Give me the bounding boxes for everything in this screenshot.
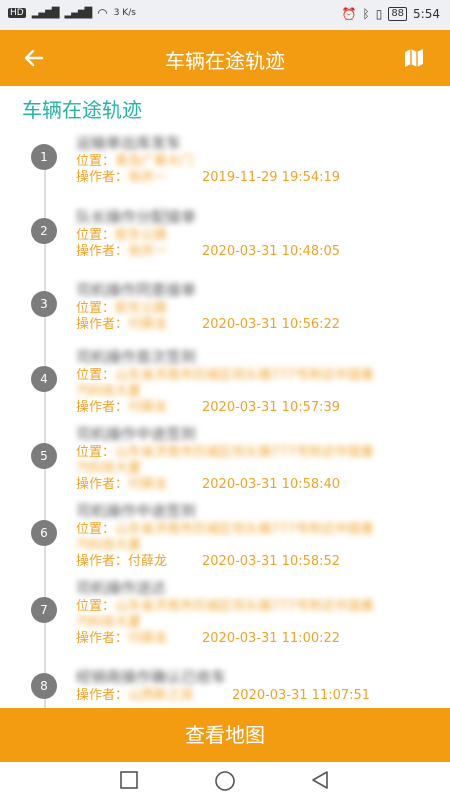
location-label: 位置：	[76, 301, 116, 316]
entry-title: 司机操作同意接单	[76, 281, 197, 299]
timeline-entry: 司机操作中途签到 位置：山东省济南市历城区坝头镇777号附近中国重汽科技大厦 操…	[76, 500, 436, 570]
location-value: 胶东公路	[115, 228, 168, 243]
operator-value: 付薛龙	[128, 400, 168, 415]
location-value: 山东省济南市历城区坝头镇777号附近中国重汽科技大厦	[76, 599, 374, 630]
hd-indicator: HD	[8, 8, 26, 18]
operator-label: 操作者：	[76, 631, 129, 646]
location-label: 位置：	[76, 599, 116, 614]
alarm-icon: ⏰	[341, 7, 357, 21]
entry-title: 司机操作中途签到	[76, 425, 197, 443]
location-value: 山东省济南市历城区坝头镇777号附近中国重汽科技大厦	[76, 368, 374, 399]
status-bar: HD ▂▄▆█ ▂▄▆█ ◠ 3 K/s ⏰ ᛒ ▯ 88 5:54	[0, 0, 450, 30]
network-speed: 3 K/s	[113, 8, 136, 18]
entry-time: 2020-03-31 10:58:52	[202, 554, 341, 569]
entry-time: 2020-03-31 10:56:22	[202, 317, 341, 332]
entry-title: 司机操作中途签到	[76, 502, 197, 520]
toolbar-title: 车辆在途轨迹	[165, 49, 285, 73]
timeline[interactable]: 1 运输单出库发车 位置：青岛广泰大门 操作者：张庆一 2019-11-29 19…	[0, 120, 450, 708]
timeline-entry: 队长操作分配接单 位置：胶东公路 操作者：张庆一 2020-03-31 10:48…	[76, 206, 436, 260]
timeline-node: 4	[31, 366, 57, 392]
location-value: 胶东公路	[115, 301, 168, 316]
location-label: 位置：	[76, 228, 116, 243]
entry-time: 2020-03-31 10:58:40	[202, 477, 341, 492]
timeline-entry: 经销商操作确认已收车 操作者：山西新之润 2020-03-31 11:07:51	[76, 666, 436, 704]
timeline-entry: 司机操作同意接单 位置：胶东公路 操作者：付薛龙 2020-03-31 10:56…	[76, 279, 436, 333]
map-button[interactable]	[398, 42, 430, 74]
timeline-entry: 司机操作送达 位置：山东省济南市历城区坝头镇777号附近中国重汽科技大厦 操作者…	[76, 577, 436, 647]
operator-label: 操作者：	[76, 170, 129, 185]
operator-value: 付薛龙	[128, 631, 168, 646]
entry-time: 2020-03-31 10:48:05	[202, 244, 341, 259]
timeline-node: 6	[31, 520, 57, 546]
entry-time: 2020-03-31 10:57:39	[202, 400, 341, 415]
timeline-node: 2	[31, 218, 57, 244]
operator-label: 操作者：	[76, 244, 129, 259]
signal-icon: ▂▄▆█	[31, 7, 60, 19]
operator-label: 操作者：	[76, 400, 129, 415]
clock: 5:54	[413, 7, 440, 21]
entry-time: 2019-11-29 19:54:19	[202, 170, 341, 185]
signal-icon-2: ▂▄▆█	[64, 7, 92, 19]
location-value: 山东省济南市历城区坝头镇777号附近中国重汽科技大厦	[76, 445, 374, 476]
operator-value: 张庆一	[128, 170, 168, 185]
entry-title: 队长操作分配接单	[76, 208, 197, 226]
operator-label: 操作者：	[76, 554, 129, 569]
location-label: 位置：	[76, 368, 116, 383]
operator-value: 付薛龙	[128, 554, 168, 569]
location-label: 位置：	[76, 445, 116, 460]
timeline-node: 7	[31, 597, 57, 623]
timeline-entry: 司机操作首次签到 位置：山东省济南市历城区坝头镇777号附近中国重汽科技大厦 操…	[76, 346, 436, 416]
vibrate-icon: ▯	[375, 7, 383, 21]
operator-label: 操作者：	[76, 688, 129, 703]
operator-value: 山西新之润	[128, 688, 194, 703]
timeline-entry: 司机操作中途签到 位置：山东省济南市历城区坝头镇777号附近中国重汽科技大厦 操…	[76, 423, 436, 493]
entry-time: 2020-03-31 11:07:51	[232, 688, 371, 703]
entry-title: 运输单出库发车	[76, 134, 182, 152]
entry-title: 司机操作送达	[76, 579, 167, 597]
section-title: 车辆在途轨迹	[22, 98, 142, 122]
entry-title: 经销商操作确认已收车	[76, 668, 227, 686]
system-nav-bar	[0, 762, 450, 800]
location-label: 位置：	[76, 522, 116, 537]
location-value: 山东省济南市历城区坝头镇777号附近中国重汽科技大厦	[76, 522, 374, 553]
entry-title: 司机操作首次签到	[76, 348, 197, 366]
timeline-entry: 运输单出库发车 位置：青岛广泰大门 操作者：张庆一 2019-11-29 19:5…	[76, 132, 436, 186]
wifi-icon: ◠	[97, 6, 108, 20]
timeline-node: 1	[31, 144, 57, 170]
timeline-node: 3	[31, 291, 57, 317]
location-value: 青岛广泰大门	[115, 154, 194, 169]
operator-value: 付薛龙	[128, 317, 168, 332]
bluetooth-icon: ᛒ	[362, 7, 370, 21]
triangle-back-icon[interactable]	[310, 770, 330, 790]
toolbar: 车辆在途轨迹	[0, 30, 450, 86]
operator-label: 操作者：	[76, 317, 129, 332]
view-map-button[interactable]: 查看地图	[0, 708, 450, 762]
map-icon	[405, 49, 423, 67]
entry-time: 2020-03-31 11:00:22	[202, 631, 341, 646]
battery-indicator: 88	[388, 7, 408, 21]
location-label: 位置：	[76, 154, 116, 169]
square-icon[interactable]	[119, 770, 139, 790]
circle-icon[interactable]	[214, 770, 236, 792]
operator-value: 付薛龙	[128, 477, 168, 492]
timeline-node: 5	[31, 443, 57, 469]
operator-value: 张庆一	[128, 244, 168, 259]
timeline-node: 8	[31, 673, 57, 699]
operator-label: 操作者：	[76, 477, 129, 492]
